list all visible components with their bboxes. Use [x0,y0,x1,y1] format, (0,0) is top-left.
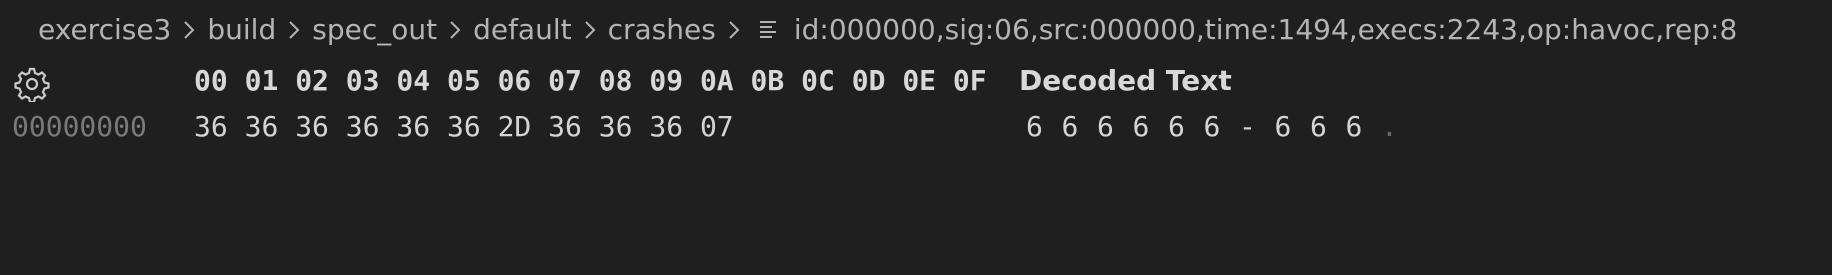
decoded-text: 6 6 6 6 6 6 - 6 6 6 . [1026,110,1417,143]
decoded-char[interactable]: - [1239,110,1275,143]
row-offset: 00000000 [12,110,147,143]
hex-row: 00000000 36 36 36 36 36 36 2D 36 36 36 0… [0,110,1832,150]
chevron-right-icon [726,15,742,43]
chevron-right-icon [447,15,463,43]
decoded-char[interactable]: 6 [1346,110,1382,143]
hex-byte[interactable]: 36 [245,110,296,143]
chevron-right-icon [181,15,197,43]
chevron-right-icon [286,15,302,43]
column-header: 07 [548,64,582,97]
decoded-char[interactable]: . [1381,110,1417,143]
hex-byte[interactable]: 36 [599,110,650,143]
decoded-char[interactable]: 6 [1097,110,1133,143]
column-header: 0D [851,64,886,97]
hex-byte[interactable]: 36 [548,110,599,143]
hex-byte[interactable]: 36 [194,110,245,143]
decoded-char[interactable]: 6 [1062,110,1098,143]
breadcrumb-item-spec-out[interactable]: spec_out [312,13,437,46]
hex-byte[interactable]: 07 [700,110,751,143]
hex-byte[interactable]: 36 [295,110,346,143]
breadcrumb: exercise3 build spec_out default crashes… [38,0,1737,58]
breadcrumb-item-crashes[interactable]: crashes [608,13,716,46]
breadcrumb-item-default[interactable]: default [473,13,572,46]
breadcrumb-item-file[interactable]: id:000000,sig:06,src:000000,time:1494,ex… [794,13,1737,46]
decoded-char[interactable]: 6 [1310,110,1346,143]
decoded-char[interactable]: 6 [1133,110,1169,143]
column-header: 04 [396,64,431,97]
column-header: 0F [952,64,987,97]
hex-byte[interactable]: 36 [346,110,397,143]
hex-byte[interactable]: 2D [498,110,549,143]
breadcrumb-item-exercise3[interactable]: exercise3 [38,13,171,46]
decoded-char[interactable]: 6 [1204,110,1240,143]
column-header: 00 [194,64,228,97]
hex-byte[interactable]: 36 [396,110,447,143]
column-header: 0C [801,64,835,97]
hex-byte[interactable]: 36 [447,110,498,143]
decoded-char[interactable]: 6 [1168,110,1204,143]
column-header: 03 [345,64,380,97]
column-header: 0A [699,64,734,97]
gear-icon[interactable] [14,66,50,104]
chevron-right-icon [582,15,598,43]
hex-bytes: 36 36 36 36 36 36 2D 36 36 36 07 [194,110,751,143]
column-header: 09 [649,64,684,97]
column-header: 02 [295,64,329,97]
breadcrumb-item-build[interactable]: build [207,13,276,46]
column-header: 0B [750,64,785,97]
hex-byte[interactable]: 36 [649,110,700,143]
decoded-char[interactable]: 6 [1026,110,1062,143]
column-header: 01 [244,64,279,97]
column-header: 0E [902,64,937,97]
column-header: 05 [446,64,481,97]
decoded-char[interactable]: 6 [1275,110,1311,143]
column-headers: 00 01 02 03 04 05 06 07 08 09 0A 0B 0C 0… [194,64,1004,97]
binary-file-icon [758,15,784,43]
hex-header-row: 00 01 02 03 04 05 06 07 08 09 0A 0B 0C 0… [0,60,1832,104]
column-header: 08 [598,64,633,97]
decoded-text-header: Decoded Text [1019,64,1232,97]
column-header: 06 [497,64,532,97]
